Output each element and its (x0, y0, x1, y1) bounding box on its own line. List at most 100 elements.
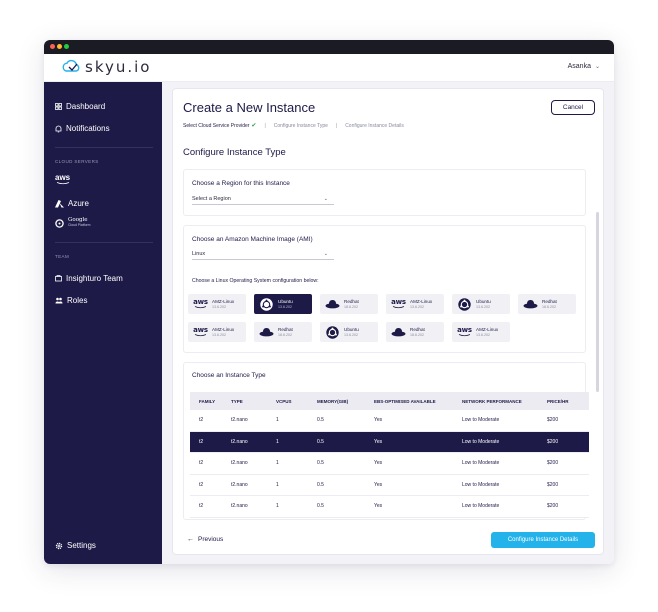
bell-icon (55, 125, 62, 132)
table-cell: $200 (547, 481, 559, 488)
aws-logo: aws (391, 298, 406, 309)
table-cell: Low to Moderate (462, 460, 500, 467)
instance-type-card: Choose an Instance Type FAMILY TYPE VCPUS M… (183, 362, 589, 520)
table-row[interactable]: t2 t2.nano 1 0.5 Yes Low to Moderate $200 (190, 410, 589, 432)
team-heading: TEAM (55, 254, 70, 259)
table-cell: Yes (374, 417, 383, 424)
os-option-redhat[interactable]: Redhat 18.6.202 (320, 294, 378, 314)
table-cell: 0.5 (317, 417, 324, 424)
maximize-window-dot[interactable] (64, 44, 69, 49)
table-cell: Yes (374, 460, 383, 467)
app-window: skyu.io Asanka ⌄ Dashboard Notifications… (44, 40, 614, 564)
table-cell: $200 (547, 503, 559, 510)
column-header: TYPE (231, 398, 243, 404)
table-cell: t2 (199, 438, 204, 445)
aws-logo: aws (457, 326, 472, 337)
os-option-amz-linux[interactable]: aws AMZ-Linux 13.6.202 (188, 322, 246, 342)
os-option-version: 13.6.202 (476, 332, 490, 337)
sidebar-divider (55, 242, 153, 243)
team-icon (55, 275, 62, 282)
table-row[interactable]: t2 t2.nano 1 0.5 Yes Low to Moderate $200 (190, 453, 589, 475)
create-instance-panel: Create a New Instance Cancel Select Clou… (172, 88, 604, 555)
sidebar-item-settings[interactable]: Settings (55, 541, 96, 550)
os-option-version: 18.6.202 (344, 304, 358, 309)
ami-select[interactable]: Linux ⌄ (192, 248, 334, 260)
region-card: Choose a Region for this Instance Select… (183, 169, 586, 216)
table-cell: Yes (374, 438, 383, 445)
table-cell: 0.5 (317, 438, 324, 445)
top-bar: skyu.io Asanka ⌄ (44, 54, 614, 82)
step-configure-details[interactable]: Configure Instance Details (345, 123, 404, 129)
cancel-button[interactable]: Cancel (551, 100, 595, 115)
sidebar-item-google-cloud[interactable]: Google Cloud Platform (55, 217, 90, 228)
next-button[interactable]: Configure Instance Details (491, 532, 595, 548)
table-cell: Yes (374, 481, 383, 488)
table-row[interactable]: t2 t2.nano 1 0.5 Yes Low to Moderate $200 (190, 496, 589, 518)
roles-icon (55, 297, 63, 304)
os-option-ubuntu[interactable]: Ubuntu 13.6.202 (320, 322, 378, 342)
os-option-ubuntu[interactable]: Ubuntu 13.6.202 (254, 294, 312, 314)
table-cell: $200 (547, 438, 559, 445)
os-option-amz-linux[interactable]: aws AMZ-Linux 13.6.202 (386, 294, 444, 314)
ami-card: Choose an Amazon Machine Image (AMI) Lin… (183, 225, 586, 353)
sidebar-item-aws[interactable]: aws (55, 174, 70, 185)
table-row[interactable]: t2 t2.nano 1 0.5 Yes Low to Moderate $200 (190, 474, 589, 496)
table-cell: 1 (276, 438, 279, 445)
minimize-window-dot[interactable] (57, 44, 62, 49)
close-window-dot[interactable] (50, 44, 55, 49)
redhat-icon (324, 297, 341, 311)
redhat-icon (258, 325, 275, 339)
os-option-redhat[interactable]: Redhat 18.6.202 (518, 294, 576, 314)
column-header: EBS-OPTIMISED AVAILABLE (374, 398, 436, 404)
table-row[interactable]: t2 t2.nano 1 0.5 Yes Low to Moderate $200 (190, 431, 589, 453)
step-separator: | (335, 122, 338, 129)
sidebar-item-team[interactable]: Insighturo Team (55, 274, 123, 283)
table-cell: 0.5 (317, 481, 324, 488)
sidebar-item-label: Insighturo Team (66, 274, 123, 283)
column-header: VCPUS (276, 398, 292, 404)
sidebar-item-label: Azure (68, 199, 89, 208)
table-cell: 1 (276, 460, 279, 467)
table-cell: Low to Moderate (462, 438, 500, 445)
region-select[interactable]: Select a Region ⌄ (192, 193, 334, 205)
main-content: Create a New Instance Cancel Select Clou… (162, 82, 614, 564)
table-cell: Low to Moderate (462, 417, 500, 424)
os-option-amz-linux[interactable]: aws AMZ-Linux 13.6.202 (188, 294, 246, 314)
os-option-amz-linux[interactable]: aws AMZ-Linux 13.6.202 (452, 322, 510, 342)
column-header: NETWORK PERFORMANCE (462, 398, 522, 404)
previous-button[interactable]: ← Previous (187, 536, 223, 543)
aws-logo: aws (193, 298, 208, 309)
skyu-logo[interactable]: skyu.io (61, 58, 151, 76)
os-option-ubuntu[interactable]: Ubuntu 13.6.202 (452, 294, 510, 314)
table-cell: t2.nano (231, 503, 248, 510)
os-option-version: 13.6.202 (212, 332, 226, 337)
logo-text: skyu.io (85, 58, 152, 76)
table-cell: 1 (276, 503, 279, 510)
gear-icon (55, 542, 63, 549)
ubuntu-icon (324, 325, 341, 339)
step-select-provider[interactable]: Select Cloud Service Provider ✔ (183, 122, 256, 129)
scrollbar[interactable] (596, 212, 599, 392)
sidebar-item-label: Dashboard (66, 102, 106, 111)
chevron-down-icon: ⌄ (323, 195, 328, 202)
sidebar-item-roles[interactable]: Roles (55, 296, 87, 305)
title-bar (44, 40, 614, 54)
os-option-version: 13.6.202 (476, 304, 490, 309)
table-cell: t2 (199, 503, 204, 510)
check-icon: ✔ (251, 123, 257, 129)
os-option-redhat[interactable]: Redhat 18.6.202 (386, 322, 444, 342)
sidebar-item-azure[interactable]: Azure (55, 199, 89, 208)
table-cell: $200 (547, 460, 559, 467)
user-menu[interactable]: Asanka ⌄ (568, 63, 600, 70)
table-cell: 0.5 (317, 460, 324, 467)
os-option-version: 13.6.202 (278, 304, 292, 309)
sidebar-item-notifications[interactable]: Notifications (55, 124, 110, 133)
os-option-redhat[interactable]: Redhat 18.6.202 (254, 322, 312, 342)
column-header: PRICE/HR (547, 398, 569, 404)
google-cloud-logo (55, 218, 64, 228)
ubuntu-icon (258, 297, 275, 311)
sidebar-item-dashboard[interactable]: Dashboard (55, 102, 105, 111)
sidebar: Dashboard Notifications CLOUD SERVERS aw… (44, 82, 162, 564)
table-cell: t2 (199, 481, 204, 488)
step-configure-type[interactable]: Configure Instance Type (274, 123, 328, 129)
